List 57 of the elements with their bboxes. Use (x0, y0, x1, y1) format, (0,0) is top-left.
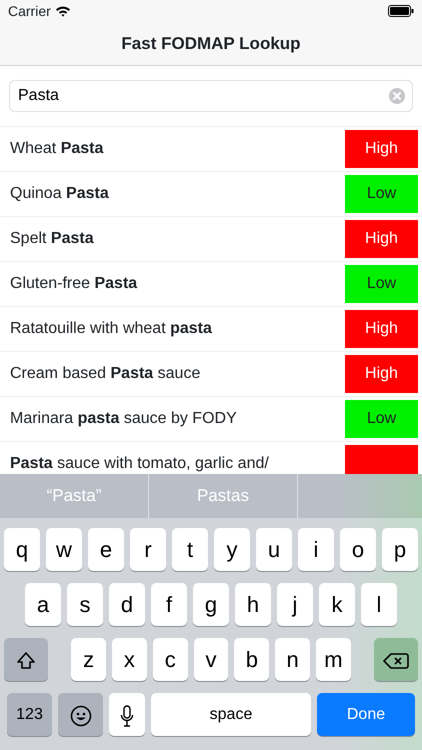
fodmap-rating: High (345, 220, 418, 258)
key[interactable]: o (340, 528, 376, 571)
microphone-icon (120, 705, 134, 728)
key[interactable]: g (193, 583, 229, 626)
shift-key[interactable] (4, 638, 48, 681)
food-name[interactable]: Spelt Pasta (10, 227, 345, 251)
key[interactable]: n (275, 638, 310, 681)
key[interactable]: z (71, 638, 106, 681)
key[interactable]: w (46, 528, 82, 571)
fodmap-rating: High (345, 130, 418, 168)
food-name[interactable]: Marinara pasta sauce by FODY (10, 407, 345, 431)
key[interactable]: l (361, 583, 397, 626)
numbers-key[interactable]: 123 (7, 693, 52, 736)
key[interactable]: k (319, 583, 355, 626)
key[interactable]: d (109, 583, 145, 626)
key[interactable]: b (234, 638, 270, 681)
key[interactable]: j (277, 583, 313, 626)
key[interactable]: i (298, 528, 334, 571)
battery-icon (388, 5, 414, 17)
key[interactable]: c (152, 638, 188, 681)
food-name[interactable]: Quinoa Pasta (10, 182, 345, 206)
food-name[interactable]: Gluten-free Pasta (10, 272, 345, 296)
key[interactable]: f (151, 583, 187, 626)
key[interactable]: r (130, 528, 166, 571)
smiley-icon (70, 705, 92, 728)
key[interactable]: m (316, 638, 351, 681)
backspace-key[interactable] (374, 638, 418, 681)
shift-icon (16, 651, 36, 672)
key[interactable]: t (172, 528, 208, 571)
key[interactable]: v (194, 638, 228, 681)
key[interactable]: a (25, 583, 61, 626)
key[interactable]: h (235, 583, 271, 626)
emoji-key[interactable] (58, 693, 103, 736)
food-name[interactable]: Pasta sauce with tomato, garlic and/ (10, 452, 345, 474)
backspace-icon (383, 652, 410, 670)
food-name[interactable]: Cream based Pasta sauce (10, 362, 345, 386)
key[interactable]: x (112, 638, 147, 681)
fodmap-rating: High (345, 310, 418, 348)
food-name[interactable]: Wheat Pasta (10, 137, 345, 161)
food-name[interactable]: Ratatouille with wheat pasta (10, 317, 345, 341)
microphone-key[interactable] (109, 693, 145, 736)
done-key[interactable]: Done (317, 693, 415, 736)
search-field[interactable]: Pasta (9, 80, 413, 112)
fodmap-rating: Low (345, 400, 418, 438)
nav-title: Fast FODMAP Lookup (121, 32, 301, 55)
key[interactable]: e (88, 528, 124, 571)
key[interactable]: s (67, 583, 103, 626)
fodmap-rating: High (345, 355, 418, 393)
key[interactable]: q (4, 528, 40, 571)
key[interactable]: y (214, 528, 250, 571)
fodmap-rating: Low (345, 265, 418, 303)
wifi-icon (54, 5, 71, 17)
key[interactable]: p (382, 528, 418, 571)
carrier-label: Carrier (8, 2, 51, 20)
space-key[interactable]: space (151, 693, 311, 736)
fodmap-rating: Low (345, 175, 418, 213)
key[interactable]: u (256, 528, 292, 571)
